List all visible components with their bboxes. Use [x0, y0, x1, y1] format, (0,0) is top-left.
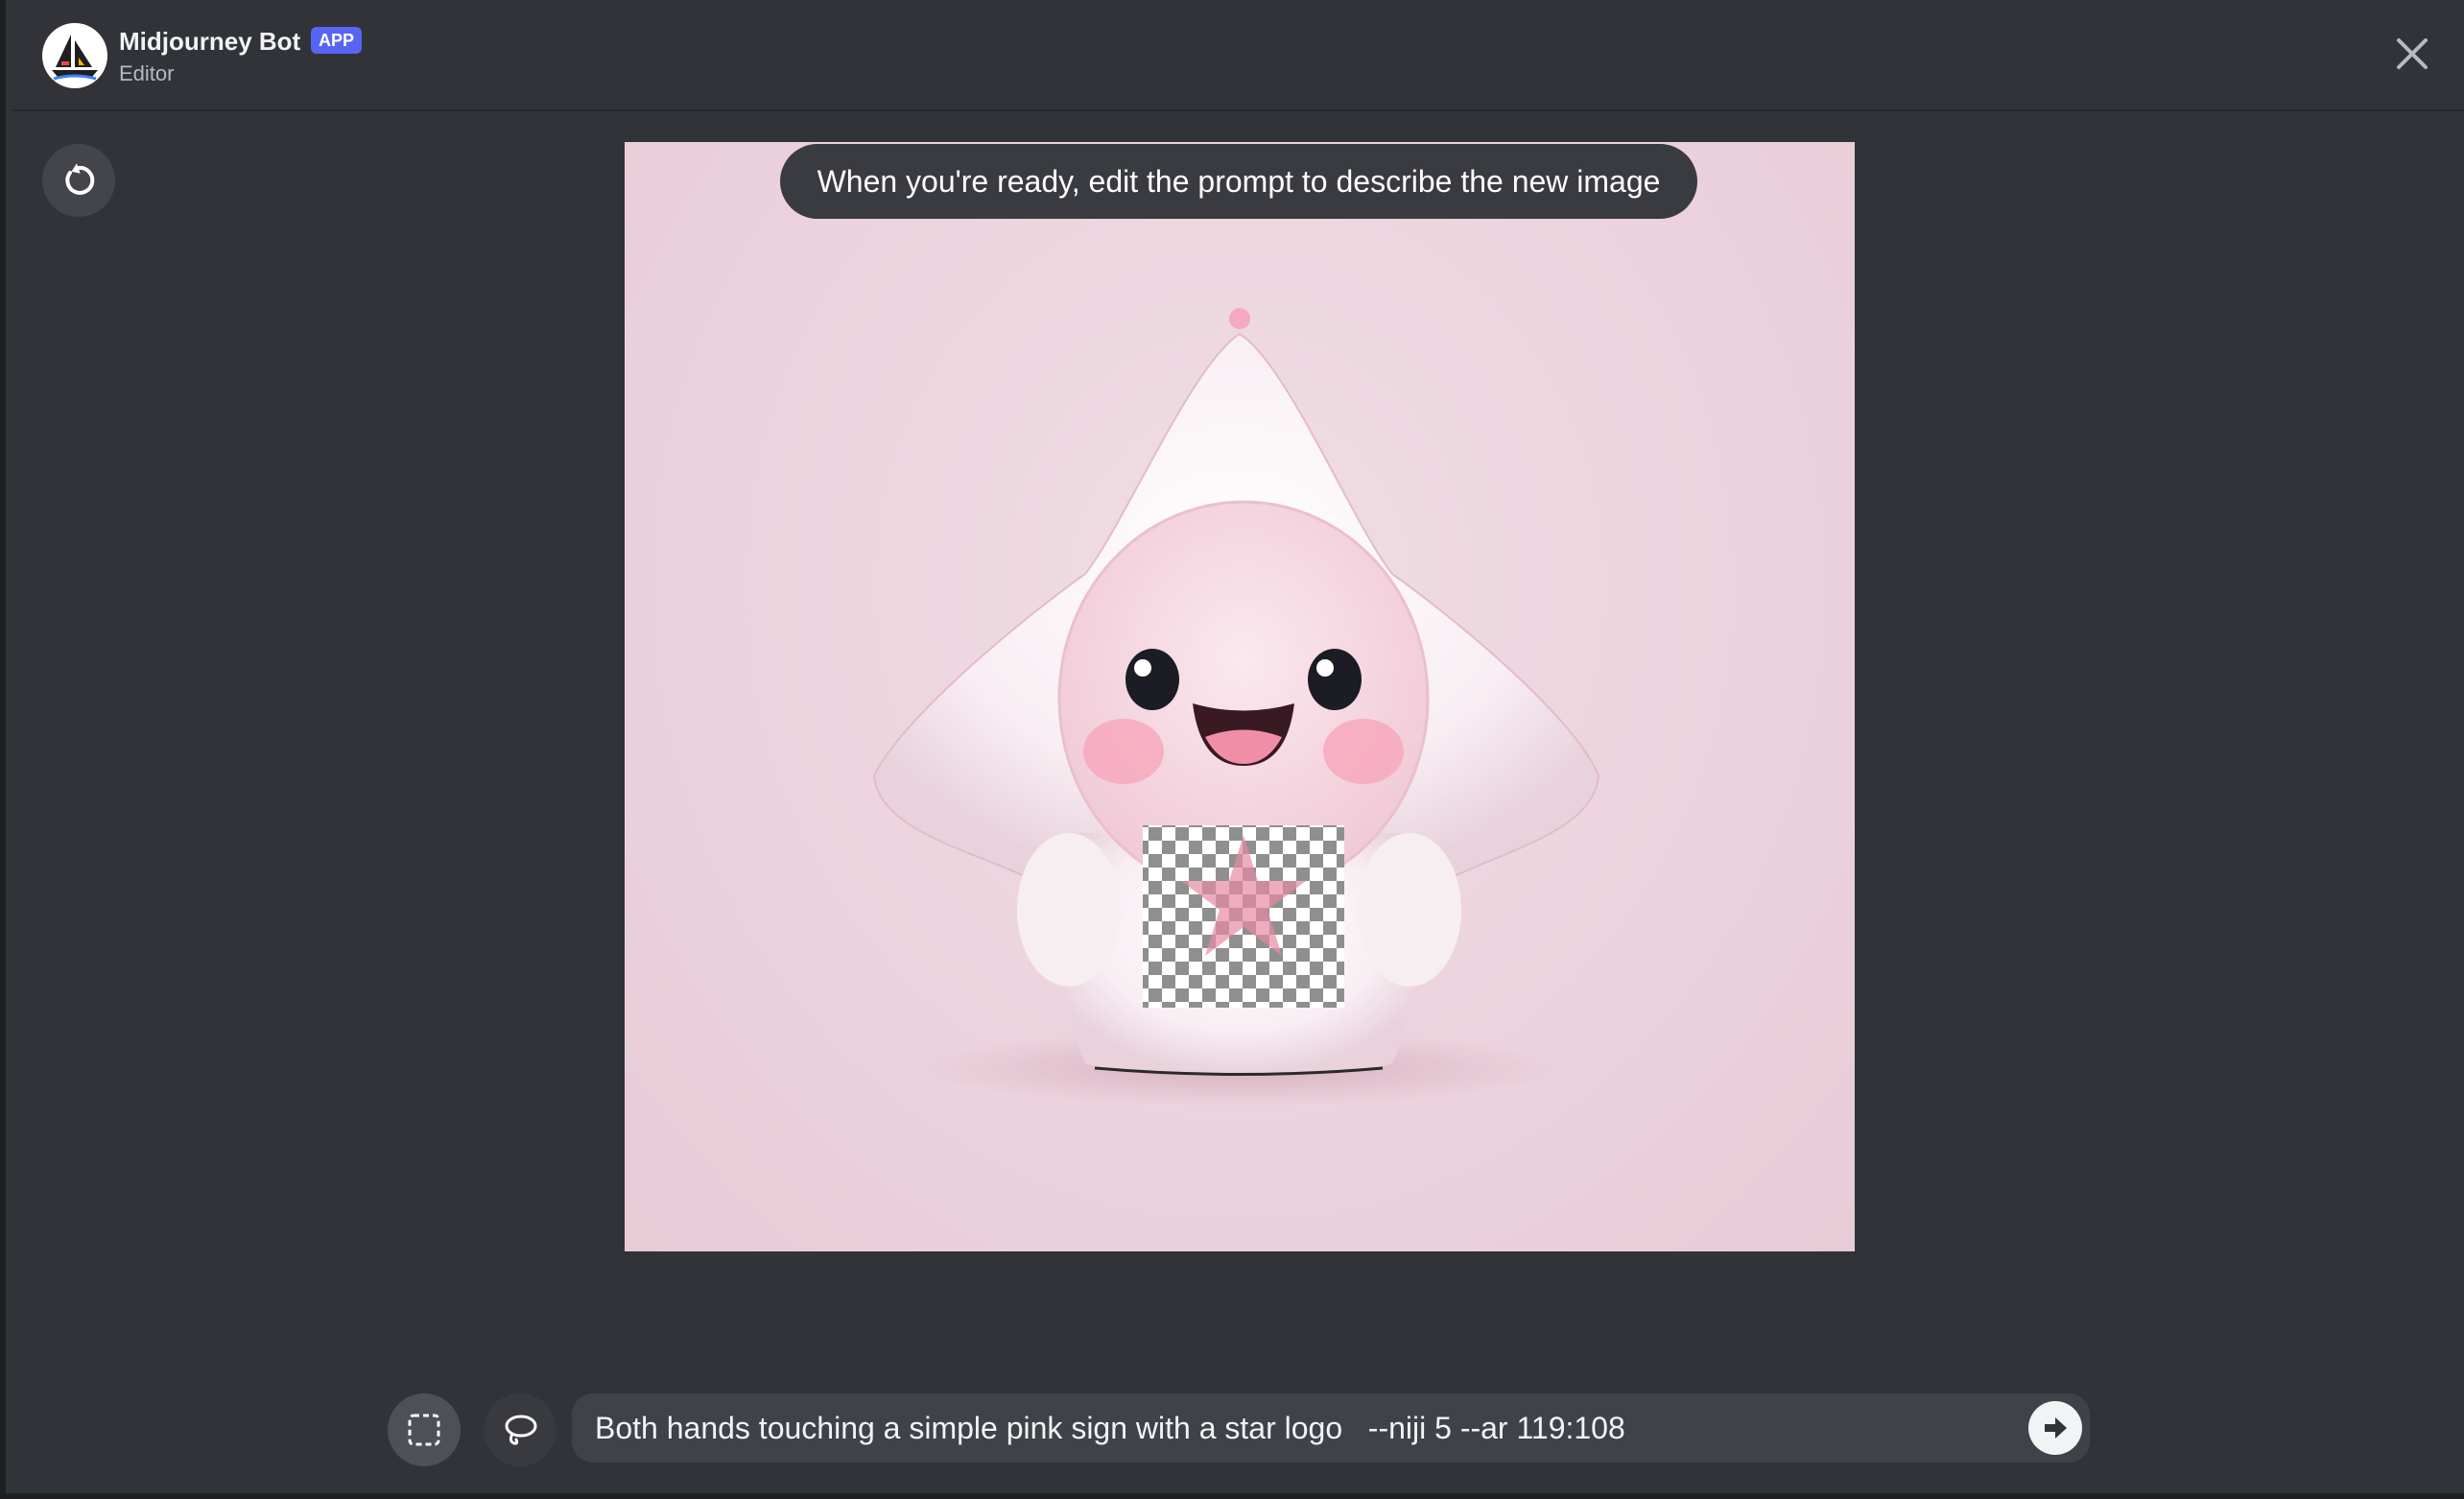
bot-avatar[interactable]	[42, 23, 107, 88]
undo-icon	[65, 163, 95, 195]
rectangle-select-button[interactable]	[388, 1393, 461, 1466]
close-button[interactable]	[2387, 29, 2437, 79]
prompt-box	[572, 1393, 2090, 1463]
send-arrow-icon	[2045, 1417, 2067, 1439]
close-icon	[2397, 38, 2428, 69]
rectangle-select-icon	[408, 1414, 440, 1446]
lasso-icon	[505, 1415, 537, 1445]
star-character-image	[872, 308, 1600, 1106]
sailboat-icon	[52, 35, 98, 81]
editor-header: Midjourney Bot APP Editor	[12, 0, 2464, 111]
editor-modal: Midjourney Bot APP Editor When you're re…	[0, 0, 2464, 1499]
bottom-border	[6, 1493, 2464, 1499]
bot-name[interactable]: Midjourney Bot	[119, 27, 300, 57]
prompt-input[interactable]	[595, 1393, 1996, 1463]
instruction-tooltip: When you're ready, edit the prompt to de…	[780, 144, 1697, 219]
lasso-select-button[interactable]	[484, 1393, 557, 1466]
app-badge: APP	[311, 27, 363, 54]
editor-subtitle: Editor	[119, 61, 175, 85]
send-button[interactable]	[2028, 1401, 2082, 1455]
image-canvas[interactable]	[625, 142, 1855, 1251]
undo-button[interactable]	[42, 144, 115, 217]
